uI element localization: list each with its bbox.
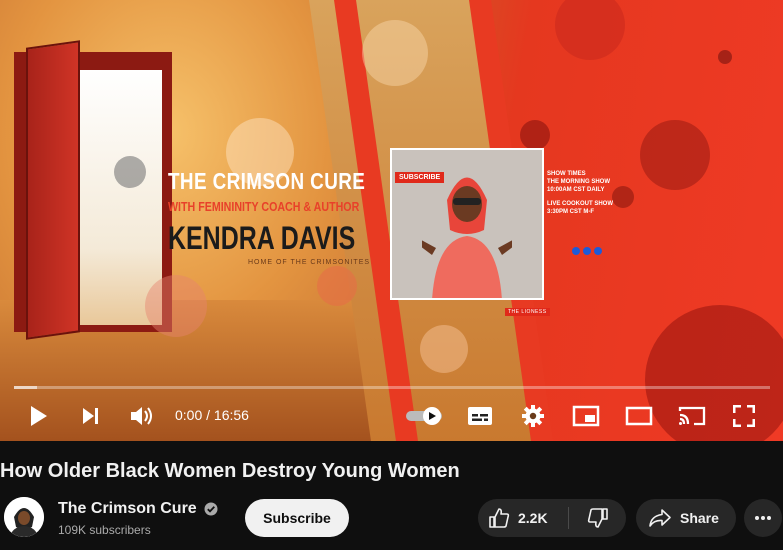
miniplayer-icon: [572, 405, 600, 427]
thumbnail-subscribe-tag: SUBSCRIBE: [395, 172, 445, 183]
thumbs-down-icon: [587, 508, 608, 528]
bokeh-dot: [420, 325, 468, 373]
subscribe-button[interactable]: Subscribe: [245, 499, 349, 537]
video-title: How Older Black Women Destroy Young Wome…: [0, 460, 460, 482]
thumbnail-host-name: KENDRA DAVIS: [168, 220, 356, 256]
theater-mode-button[interactable]: [621, 392, 657, 440]
avatar-image: [4, 497, 44, 537]
bokeh-dot: [718, 50, 732, 64]
fullscreen-button[interactable]: [726, 392, 762, 440]
thumbnail-lioness-tag: THE LIONESS: [505, 308, 550, 316]
dislike-button[interactable]: [570, 499, 626, 537]
mute-button[interactable]: [124, 392, 160, 440]
time-display: 0:00 / 16:56: [175, 407, 249, 423]
bokeh-dot: [362, 20, 428, 86]
player-controls: 0:00 / 16:56: [0, 392, 783, 440]
thumbnail-subtitle: WITH FEMININITY COACH & AUTHOR: [168, 199, 360, 214]
twitter-icon: [594, 247, 602, 255]
more-actions-button[interactable]: [744, 499, 782, 537]
show-times-line: THE MORNING SHOW: [547, 179, 610, 185]
like-button[interactable]: 2.2K: [478, 499, 568, 537]
verified-icon: [204, 502, 218, 516]
door-opening-graphic: [74, 70, 162, 325]
like-divider: [568, 507, 569, 529]
settings-button[interactable]: [516, 392, 550, 440]
autoplay-toggle-icon: [406, 407, 442, 425]
play-icon: [31, 406, 47, 426]
cast-button[interactable]: [674, 392, 710, 440]
linkedin-icon: [583, 247, 591, 255]
host-video-frame: [390, 148, 544, 300]
thumbs-up-icon: [489, 508, 510, 528]
bokeh-dot: [520, 120, 550, 150]
show-times-heading: SHOW TIMES: [547, 171, 586, 177]
buffered-fill: [14, 386, 37, 389]
share-button[interactable]: Share: [636, 499, 736, 537]
next-icon: [83, 408, 98, 424]
settings-icon: [522, 405, 544, 427]
theater-icon: [625, 406, 653, 426]
verified-badge: [204, 502, 218, 521]
bokeh-dot: [555, 0, 625, 60]
cast-icon: [678, 406, 706, 426]
volume-icon: [131, 407, 152, 425]
facebook-icon: [572, 247, 580, 255]
next-button[interactable]: [74, 392, 108, 440]
bokeh-dot: [640, 120, 710, 190]
share-label: Share: [680, 510, 719, 526]
autoplay-toggle[interactable]: [404, 392, 444, 440]
subtitles-icon: [468, 407, 492, 425]
show-times-line: LIVE COOKOUT SHOW: [547, 201, 613, 207]
like-count: 2.2K: [518, 510, 548, 526]
fullscreen-icon: [733, 405, 755, 427]
play-button[interactable]: [22, 392, 56, 440]
channel-avatar[interactable]: [4, 497, 44, 537]
subscriber-count: 109K subscribers: [58, 523, 151, 537]
video-player[interactable]: THE CRIMSON CURE WITH FEMININITY COACH &…: [0, 0, 783, 441]
bokeh-dot: [114, 156, 146, 188]
subtitles-button[interactable]: [462, 392, 498, 440]
thumbnail-channel-title: THE CRIMSON CURE: [168, 168, 366, 194]
thumbnail-title-block: THE CRIMSON CURE WITH FEMININITY COACH &…: [168, 168, 378, 266]
like-dislike-group: 2.2K: [478, 499, 626, 537]
more-horizontal-icon: [755, 516, 771, 520]
thumbnail-tagline: HOME OF THE CRIMSONITES: [248, 259, 371, 266]
channel-name[interactable]: The Crimson Cure: [58, 500, 197, 518]
miniplayer-button[interactable]: [568, 392, 604, 440]
show-times-line: 10:00AM CST DAILY: [547, 187, 605, 193]
bokeh-dot: [145, 275, 207, 337]
progress-bar[interactable]: [14, 386, 770, 389]
bokeh-dot: [317, 266, 357, 306]
share-icon: [649, 509, 671, 527]
show-times-line: 3:30PM CST M-F: [547, 209, 595, 215]
thumbnail-show-times: SHOW TIMES THE MORNING SHOW 10:00AM CST …: [547, 170, 637, 216]
social-icons: [572, 247, 602, 255]
door-leaf-graphic: [26, 40, 80, 340]
